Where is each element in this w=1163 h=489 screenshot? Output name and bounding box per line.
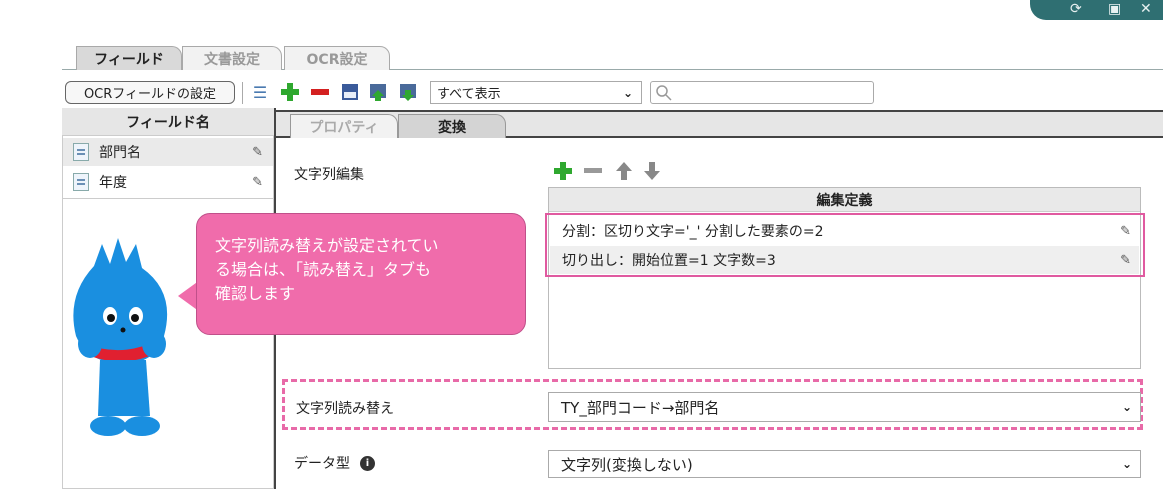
csv-upload-icon[interactable] — [368, 81, 388, 103]
chevron-down-icon: ⌄ — [1121, 457, 1132, 471]
tab-field[interactable]: フィールド — [76, 46, 182, 70]
data-type-select[interactable]: 文字列(変換しない) ⌄ — [548, 450, 1141, 478]
string-replace-select[interactable]: TY_部門コード→部門名 ⌄ — [548, 392, 1141, 422]
chevron-down-icon: ⌄ — [1121, 400, 1132, 414]
window-controls: ⟳ ▣ ✕ — [1030, 0, 1163, 20]
document-icon — [73, 143, 89, 161]
close-icon[interactable]: ✕ — [1140, 1, 1152, 17]
chevron-down-icon: ⌄ — [622, 85, 633, 100]
highlight-box — [545, 213, 1145, 277]
svf-export-icon[interactable] — [340, 81, 360, 103]
refresh-icon[interactable]: ⟳ — [1070, 1, 1082, 17]
search-icon — [656, 85, 672, 101]
edit-definition-header: 編集定義 — [549, 188, 1140, 212]
tab-ocr-settings[interactable]: OCR設定 — [284, 46, 390, 70]
pencil-icon[interactable]: ✎ — [252, 175, 263, 190]
document-icon — [73, 173, 89, 191]
string-replace-label: 文字列読み替え — [296, 401, 394, 417]
move-up-icon[interactable] — [614, 160, 634, 186]
pencil-icon[interactable]: ✎ — [252, 145, 263, 160]
list-divider — [63, 198, 273, 199]
remove-icon[interactable] — [310, 81, 330, 103]
edit-remove-icon[interactable] — [582, 160, 604, 186]
tab-properties[interactable]: プロパティ — [290, 114, 398, 138]
field-list-header: フィールド名 — [62, 108, 274, 136]
speech-bubble: 文字列読み替えが設定されてい る場合は、「読み替え」タブも 確認します — [196, 213, 526, 335]
mascot-illustration — [73, 238, 168, 436]
save-icon[interactable]: ▣ — [1108, 1, 1121, 17]
move-down-icon[interactable] — [642, 160, 662, 186]
search-input[interactable] — [650, 81, 874, 104]
edit-add-icon[interactable] — [552, 160, 574, 186]
toolbar-divider — [242, 82, 243, 104]
string-edit-label: 文字列編集 — [294, 167, 364, 183]
csv-download-icon[interactable] — [398, 81, 418, 103]
field-item-year[interactable]: 年度 ✎ — [63, 168, 273, 196]
filter-select[interactable]: すべて表示 ⌄ — [430, 81, 642, 104]
add-icon[interactable] — [280, 81, 300, 103]
tab-document-settings[interactable]: 文書設定 — [182, 46, 282, 70]
ocr-field-settings-button[interactable]: OCRフィールドの設定 — [65, 81, 235, 104]
field-item-department[interactable]: 部門名 ✎ — [63, 138, 273, 166]
list-icon[interactable]: ☰ — [250, 81, 270, 103]
tab-conversion[interactable]: 変換 — [398, 114, 506, 138]
info-icon[interactable]: i — [360, 455, 375, 471]
data-type-label: データ型 i — [294, 453, 375, 473]
